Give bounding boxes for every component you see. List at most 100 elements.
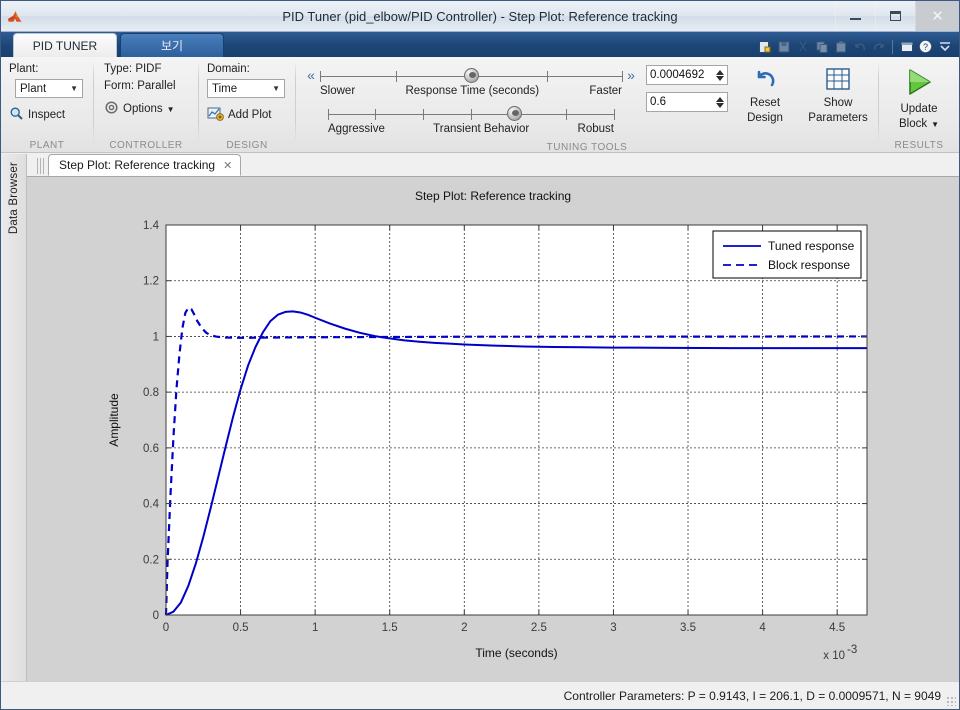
add-plot-button[interactable]: Add Plot bbox=[207, 105, 287, 125]
svg-text:0: 0 bbox=[163, 622, 169, 634]
plant-section-label: PLANT bbox=[29, 140, 65, 151]
gear-icon bbox=[104, 100, 119, 118]
doc-tab-step-plot[interactable]: Step Plot: Reference tracking ✕ bbox=[48, 154, 242, 176]
help-icon[interactable]: ? bbox=[917, 38, 934, 55]
controller-section-label: CONTROLLER bbox=[109, 140, 183, 151]
paste-icon[interactable] bbox=[832, 38, 849, 55]
ribbon-tab-strip: PID TUNER 보기 ? bbox=[1, 32, 959, 57]
svg-text:4: 4 bbox=[759, 622, 766, 634]
svg-text:Time (seconds): Time (seconds) bbox=[475, 646, 557, 660]
layout-icon[interactable] bbox=[898, 38, 915, 55]
new-icon[interactable] bbox=[756, 38, 773, 55]
doc-tab-label: Step Plot: Reference tracking bbox=[59, 158, 216, 172]
chevron-double-right-icon[interactable]: » bbox=[622, 65, 640, 83]
copy-icon[interactable] bbox=[813, 38, 830, 55]
plant-select-value: Plant bbox=[20, 82, 47, 95]
add-plot-label: Add Plot bbox=[228, 109, 272, 121]
chevron-down-icon: ▼ bbox=[931, 120, 940, 129]
inspect-label: Inspect bbox=[28, 109, 66, 121]
show-parameters-button[interactable]: Show Parameters bbox=[800, 67, 876, 141]
undo-icon[interactable] bbox=[851, 38, 868, 55]
magnifier-icon bbox=[9, 106, 24, 124]
svg-text:0.8: 0.8 bbox=[143, 387, 159, 399]
svg-text:x 10: x 10 bbox=[823, 650, 845, 662]
ribbon: Plant: Plant ▼ Inspect PLANT Type: PIDF … bbox=[1, 57, 959, 153]
domain-select[interactable]: Time ▼ bbox=[207, 79, 285, 98]
svg-text:?: ? bbox=[923, 42, 928, 52]
tab-strip-grip[interactable] bbox=[37, 158, 45, 174]
transient-behavior-input[interactable]: 0.6 bbox=[646, 92, 728, 112]
minimize-button[interactable] bbox=[835, 1, 875, 31]
show-parameters-label-1: Show bbox=[823, 97, 853, 109]
cut-icon[interactable] bbox=[794, 38, 811, 55]
transient-behavior-slider[interactable]: Aggressive Transient Behavior Robust bbox=[328, 103, 615, 135]
svg-text:1.4: 1.4 bbox=[143, 220, 160, 232]
document-panel: Step Plot: Reference tracking ✕ Step Plo… bbox=[27, 154, 959, 681]
svg-text:3.5: 3.5 bbox=[680, 622, 696, 634]
window-title: PID Tuner (pid_elbow/PID Controller) - S… bbox=[282, 8, 678, 24]
response-time-right-label: Faster bbox=[589, 85, 622, 97]
domain-caption: Domain: bbox=[207, 63, 250, 75]
add-plot-icon bbox=[207, 106, 224, 124]
work-area: Data Browser Step Plot: Reference tracki… bbox=[1, 154, 959, 681]
response-time-input[interactable]: 0.0004692 bbox=[646, 65, 728, 85]
svg-text:2.5: 2.5 bbox=[531, 622, 547, 634]
chevron-double-left-icon[interactable]: « bbox=[302, 65, 320, 83]
data-browser-panel[interactable]: Data Browser bbox=[1, 154, 27, 681]
tab-view[interactable]: 보기 bbox=[120, 33, 224, 57]
response-time-knob[interactable] bbox=[464, 68, 479, 83]
svg-text:1.5: 1.5 bbox=[382, 622, 398, 634]
tab-view-label: 보기 bbox=[160, 39, 184, 53]
svg-text:Amplitude: Amplitude bbox=[107, 393, 121, 447]
response-time-value: 0.0004692 bbox=[650, 69, 705, 81]
close-icon[interactable]: ✕ bbox=[223, 159, 232, 172]
response-time-slider[interactable]: Slower Response Time (seconds) Faster bbox=[320, 65, 623, 97]
svg-text:0.2: 0.2 bbox=[143, 554, 159, 566]
controller-type-label: Type: PIDF bbox=[104, 63, 162, 75]
svg-text:1: 1 bbox=[312, 622, 318, 634]
response-time-center-label: Response Time (seconds) bbox=[405, 85, 540, 97]
redo-icon[interactable] bbox=[870, 38, 887, 55]
pid-tuner-window: PID Tuner (pid_elbow/PID Controller) - S… bbox=[0, 0, 960, 710]
update-block-button[interactable]: Update Block ▼ bbox=[887, 67, 951, 139]
close-button[interactable]: ✕ bbox=[915, 1, 959, 31]
tuning-value-fields: 0.0004692 0.6 bbox=[646, 57, 728, 141]
transient-behavior-left-label: Aggressive bbox=[328, 123, 385, 135]
transient-behavior-center-label: Transient Behavior bbox=[433, 123, 530, 135]
document-tab-strip: Step Plot: Reference tracking ✕ bbox=[27, 154, 959, 177]
update-block-label-2: Block bbox=[898, 118, 928, 130]
reset-design-label-1: Reset bbox=[749, 97, 781, 109]
svg-text:0: 0 bbox=[153, 610, 159, 622]
plot-area: Step Plot: Reference tracking 0 0.5 1 1.5 2 2… bbox=[27, 177, 959, 681]
plant-select[interactable]: Plant ▼ bbox=[15, 79, 83, 98]
svg-text:4.5: 4.5 bbox=[829, 622, 845, 634]
transient-behavior-knob[interactable] bbox=[506, 106, 522, 121]
data-browser-label: Data Browser bbox=[7, 162, 20, 235]
svg-text:0.5: 0.5 bbox=[233, 622, 249, 634]
response-time-stepper[interactable] bbox=[714, 69, 727, 81]
options-label: Options bbox=[123, 103, 163, 115]
resize-grip[interactable] bbox=[946, 696, 956, 706]
design-section-label: DESIGN bbox=[226, 140, 268, 151]
undo-arrow-icon bbox=[752, 67, 778, 95]
svg-text:2: 2 bbox=[461, 622, 467, 634]
tab-pid-tuner[interactable]: PID TUNER bbox=[13, 33, 117, 57]
step-response-chart[interactable]: 0 0.5 1 1.5 2 2.5 3 3.5 4 4.5 0 0.2 0.4 0.6 0.8 1 1.2 1.4… bbox=[27, 177, 960, 681]
options-button[interactable]: Options ▼ bbox=[104, 99, 175, 119]
domain-select-value: Time bbox=[212, 82, 238, 95]
show-parameters-label-2: Parameters bbox=[808, 112, 868, 124]
transient-behavior-right-label: Robust bbox=[577, 123, 614, 135]
maximize-button[interactable] bbox=[875, 1, 915, 31]
save-icon[interactable] bbox=[775, 38, 792, 55]
window-controls: ✕ bbox=[835, 1, 959, 31]
response-time-slider-row: « Slower Response Time (seconds) Faster … bbox=[302, 65, 640, 103]
update-block-label-1: Update bbox=[900, 103, 938, 115]
svg-text:0.6: 0.6 bbox=[143, 443, 159, 455]
inspect-button[interactable]: Inspect bbox=[9, 105, 85, 125]
reset-design-button[interactable]: Reset Design bbox=[736, 67, 794, 141]
controller-form-label: Form: Parallel bbox=[104, 80, 176, 92]
chevron-down-icon: ▼ bbox=[70, 84, 78, 93]
transient-behavior-stepper[interactable] bbox=[714, 96, 727, 108]
collapse-ribbon-icon[interactable] bbox=[936, 38, 953, 55]
ribbon-group-design: Domain: Time ▼ Add Plot DESIGN bbox=[199, 57, 295, 153]
